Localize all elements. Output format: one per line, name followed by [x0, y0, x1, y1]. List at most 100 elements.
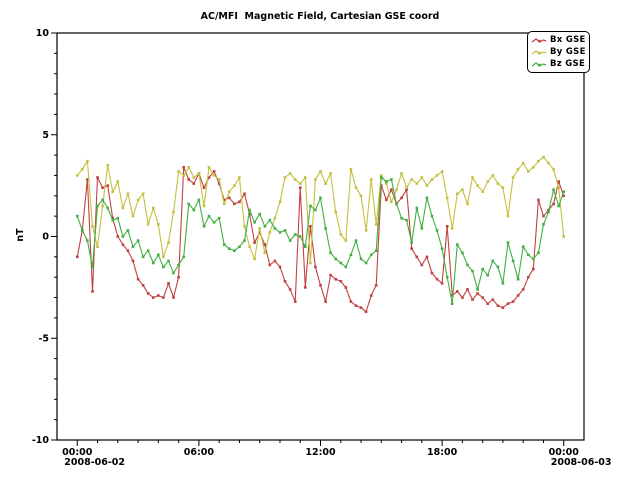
data-point-marker	[142, 284, 145, 287]
data-point-marker	[269, 231, 272, 234]
data-point-marker	[193, 176, 196, 179]
data-point-marker	[253, 258, 256, 261]
data-point-marker	[309, 225, 312, 228]
data-point-marker	[182, 166, 185, 169]
data-point-marker	[324, 300, 327, 303]
data-point-marker	[329, 274, 332, 277]
data-point-marker	[324, 227, 327, 230]
data-point-marker	[486, 274, 489, 277]
data-point-marker	[522, 288, 525, 291]
data-point-marker	[162, 266, 165, 269]
data-point-marker	[238, 201, 241, 204]
data-point-marker	[527, 254, 530, 257]
data-point-marker	[304, 245, 307, 248]
data-point-marker	[223, 243, 226, 246]
data-point-marker	[182, 256, 185, 259]
data-point-marker	[426, 184, 429, 187]
data-point-marker	[340, 233, 343, 236]
data-point-marker	[502, 306, 505, 309]
data-point-marker	[552, 168, 555, 171]
data-point-marker	[416, 256, 419, 259]
legend-label-bz: Bz GSE	[550, 59, 585, 69]
data-point-marker	[400, 172, 403, 175]
data-point-marker	[122, 207, 125, 210]
data-point-marker	[279, 266, 282, 269]
data-point-marker	[264, 225, 267, 228]
data-point-marker	[127, 249, 130, 252]
data-point-marker	[431, 272, 434, 275]
data-point-marker	[81, 168, 84, 171]
data-point-marker	[329, 252, 332, 255]
data-point-marker	[284, 280, 287, 283]
data-point-marker	[446, 197, 449, 200]
data-point-marker	[466, 288, 469, 291]
data-point-marker	[91, 290, 94, 293]
data-point-marker	[380, 176, 383, 179]
data-point-marker	[441, 282, 444, 285]
data-point-marker	[527, 170, 530, 173]
data-point-marker	[208, 166, 211, 169]
data-point-marker	[203, 205, 206, 208]
data-point-marker	[537, 252, 540, 255]
x-tick-label: 12:00	[305, 447, 336, 458]
data-point-marker	[203, 225, 206, 228]
data-point-marker	[142, 193, 145, 196]
data-point-marker	[395, 188, 398, 191]
data-point-marker	[492, 260, 495, 263]
data-point-marker	[147, 292, 150, 295]
data-point-marker	[405, 219, 408, 222]
data-point-marker	[117, 180, 120, 183]
data-point-marker	[395, 203, 398, 206]
data-point-marker	[497, 182, 500, 185]
data-point-marker	[127, 229, 130, 232]
data-point-marker	[345, 266, 348, 269]
data-point-marker	[279, 201, 282, 204]
data-point-marker	[106, 207, 109, 210]
data-point-marker	[228, 197, 231, 200]
data-point-marker	[137, 278, 140, 281]
data-point-marker	[416, 207, 419, 210]
data-point-marker	[309, 205, 312, 208]
data-point-marker	[390, 178, 393, 181]
data-point-marker	[132, 215, 135, 218]
data-point-marker	[182, 174, 185, 177]
data-point-marker	[456, 290, 459, 293]
data-point-marker	[552, 203, 555, 206]
data-point-marker	[243, 225, 246, 228]
legend-label-by: By GSE	[550, 47, 586, 57]
y-tick-label: -10	[32, 435, 50, 446]
data-point-marker	[152, 262, 155, 265]
data-point-marker	[167, 282, 170, 285]
data-point-marker	[101, 186, 104, 189]
data-point-marker	[152, 207, 155, 210]
data-point-marker	[172, 272, 175, 275]
data-point-marker	[542, 223, 545, 226]
data-point-marker	[238, 176, 241, 179]
data-point-marker	[507, 241, 510, 244]
data-point-marker	[441, 247, 444, 250]
data-point-marker	[537, 199, 540, 202]
data-point-marker	[436, 278, 439, 281]
data-point-marker	[375, 284, 378, 287]
data-point-marker	[289, 172, 292, 175]
data-point-marker	[193, 209, 196, 212]
data-point-marker	[111, 219, 114, 222]
data-point-marker	[76, 215, 79, 218]
data-point-marker	[319, 170, 322, 173]
data-point-marker	[198, 172, 201, 175]
data-point-marker	[507, 302, 510, 305]
data-point-marker	[294, 233, 297, 236]
data-point-marker	[405, 186, 408, 189]
legend-entry-bz: Bz GSE	[531, 58, 586, 70]
data-point-marker	[167, 260, 170, 263]
data-point-marker	[86, 239, 89, 242]
data-point-marker	[223, 203, 226, 206]
series-line-bx-gse	[77, 167, 563, 311]
data-point-marker	[91, 225, 94, 228]
data-point-marker	[258, 213, 261, 216]
data-point-marker	[274, 217, 277, 220]
data-point-marker	[471, 270, 474, 273]
data-point-marker	[532, 268, 535, 271]
data-point-marker	[253, 241, 256, 244]
data-point-marker	[142, 256, 145, 259]
